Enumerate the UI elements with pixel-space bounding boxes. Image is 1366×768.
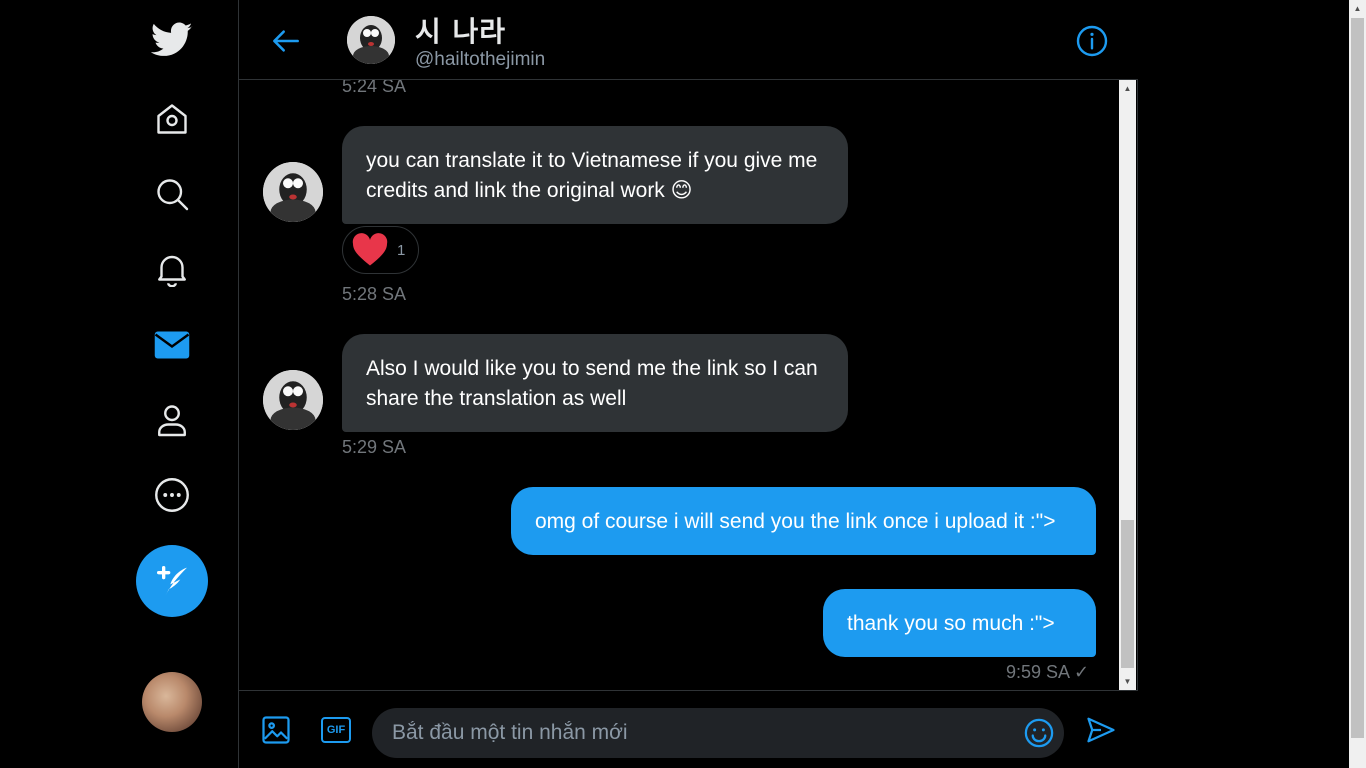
sender-avatar[interactable] bbox=[263, 162, 323, 222]
message-scrollbar[interactable]: ▲ ▼ bbox=[1119, 80, 1136, 690]
page-scrollbar[interactable]: ▲ bbox=[1349, 0, 1366, 768]
message-composer: GIF bbox=[239, 690, 1138, 768]
conversation-panel: 시 나라 @hailtothejimin 5:24 SA you can tra… bbox=[238, 0, 1138, 768]
scroll-thumb[interactable] bbox=[1121, 520, 1134, 668]
send-icon[interactable] bbox=[1084, 713, 1118, 747]
message-bubble-incoming[interactable]: you can translate it to Vietnamese if yo… bbox=[342, 126, 848, 224]
message-timestamp-read: 9:59 SA ✓ bbox=[1006, 662, 1090, 682]
message-input[interactable] bbox=[392, 721, 1004, 745]
notifications-bell-icon[interactable] bbox=[142, 239, 202, 299]
page-scroll-up-arrow-icon[interactable]: ▲ bbox=[1349, 0, 1366, 17]
heart-reaction[interactable]: 1 bbox=[342, 226, 419, 274]
back-arrow-icon[interactable] bbox=[267, 22, 305, 60]
emoji-icon[interactable] bbox=[1022, 716, 1056, 750]
message-timestamp: 5:29 SA bbox=[342, 437, 407, 457]
profile-person-icon[interactable] bbox=[142, 390, 202, 450]
gif-label: GIF bbox=[326, 724, 346, 736]
more-options-icon[interactable] bbox=[142, 465, 202, 525]
message-list[interactable]: 5:24 SA you can translate it to Vietname… bbox=[239, 80, 1119, 690]
left-nav bbox=[0, 0, 238, 768]
explore-search-icon[interactable] bbox=[142, 164, 202, 224]
info-icon[interactable] bbox=[1075, 24, 1109, 58]
message-bubble-outgoing[interactable]: thank you so much :"> bbox=[823, 589, 1096, 657]
heart-icon bbox=[352, 233, 388, 266]
message-bubble-outgoing[interactable]: omg of course i will send you the link o… bbox=[511, 487, 1096, 555]
conversation-header: 시 나라 @hailtothejimin bbox=[239, 0, 1138, 80]
page-scroll-thumb[interactable] bbox=[1351, 18, 1364, 738]
account-avatar[interactable] bbox=[142, 672, 202, 732]
contact-avatar[interactable] bbox=[347, 16, 395, 64]
message-input-container[interactable] bbox=[372, 708, 1064, 758]
scroll-up-arrow-icon[interactable]: ▲ bbox=[1119, 80, 1136, 97]
reaction-count: 1 bbox=[397, 241, 406, 259]
message-bubble-incoming[interactable]: Also I would like you to send me the lin… bbox=[342, 334, 848, 432]
feather-plus-icon bbox=[157, 566, 187, 596]
message-timestamp: 5:28 SA bbox=[342, 284, 407, 304]
sender-avatar[interactable] bbox=[263, 370, 323, 430]
contact-handle: @hailtothejimin bbox=[415, 49, 546, 70]
messages-mail-icon[interactable] bbox=[142, 315, 202, 375]
twitter-logo-icon[interactable] bbox=[142, 10, 202, 70]
scroll-down-arrow-icon[interactable]: ▼ bbox=[1119, 673, 1136, 690]
message-timestamp: 5:24 SA bbox=[342, 80, 407, 96]
gif-button[interactable]: GIF bbox=[319, 713, 353, 747]
image-icon[interactable] bbox=[259, 713, 293, 747]
home-icon[interactable] bbox=[142, 89, 202, 149]
contact-name: 시 나라 bbox=[415, 15, 507, 48]
compose-tweet-button[interactable] bbox=[136, 545, 208, 617]
